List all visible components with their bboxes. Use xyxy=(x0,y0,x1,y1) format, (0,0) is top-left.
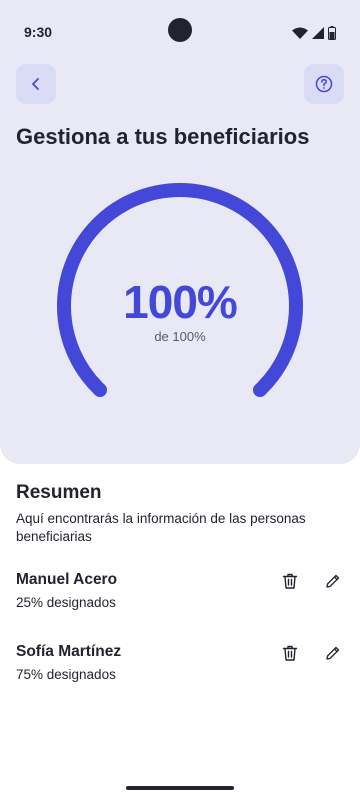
status-bar: 9:30 xyxy=(0,0,360,64)
back-button[interactable] xyxy=(16,64,56,104)
pencil-icon xyxy=(326,574,340,588)
beneficiary-name: Sofía Martínez xyxy=(16,643,122,660)
gauge-value: 100% xyxy=(123,276,238,328)
beneficiary-row: Sofía Martínez 75% designados xyxy=(0,643,360,693)
page-title: Gestiona a tus beneficiarios xyxy=(16,124,310,149)
chevron-left-icon xyxy=(32,78,39,90)
beneficiary-share: 25% designados xyxy=(16,595,116,610)
trash-icon xyxy=(282,645,298,661)
summary-title: Resumen xyxy=(16,482,102,503)
delete-beneficiary-button[interactable] xyxy=(278,569,302,593)
gauge-subtitle: de 100% xyxy=(154,329,206,344)
delete-beneficiary-button[interactable] xyxy=(278,641,302,665)
beneficiary-share: 75% designados xyxy=(16,667,116,682)
edit-beneficiary-button[interactable] xyxy=(321,569,345,593)
beneficiary-row: Manuel Acero 25% designados xyxy=(0,571,360,621)
help-button[interactable] xyxy=(304,64,344,104)
battery-icon xyxy=(328,26,336,40)
edit-beneficiary-button[interactable] xyxy=(321,641,345,665)
status-time: 9:30 xyxy=(24,24,53,40)
home-indicator[interactable] xyxy=(126,786,234,790)
help-circle-icon xyxy=(315,75,333,93)
system-icons xyxy=(292,26,336,40)
pencil-icon xyxy=(326,646,340,660)
summary-description: Aquí encontrarás la información de las p… xyxy=(16,511,306,544)
signal-icon xyxy=(312,27,324,39)
beneficiary-name: Manuel Acero xyxy=(16,571,118,588)
camera-cutout xyxy=(168,18,192,42)
trash-icon xyxy=(282,573,298,589)
wifi-icon xyxy=(292,27,308,39)
